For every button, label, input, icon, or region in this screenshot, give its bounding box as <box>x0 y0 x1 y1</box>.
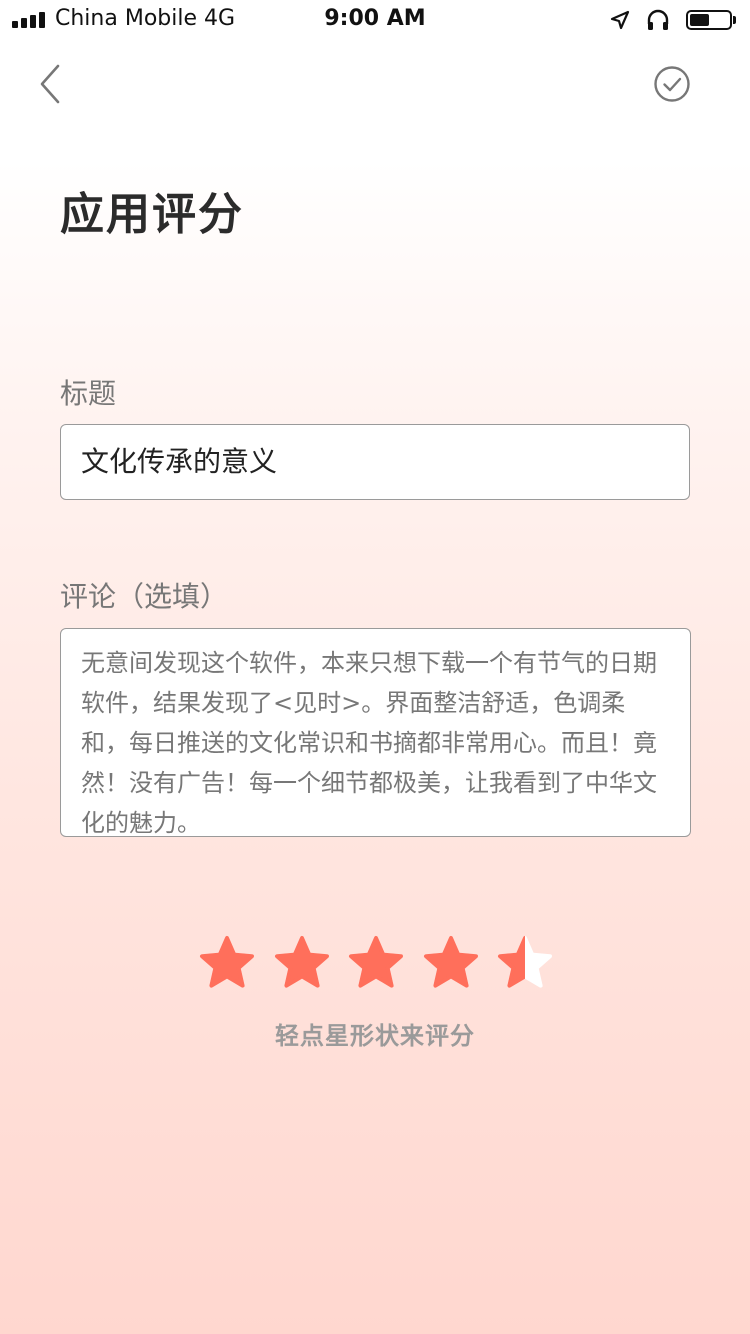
star-2-icon[interactable] <box>273 934 331 992</box>
star-rating[interactable] <box>198 934 554 994</box>
battery-icon <box>686 10 732 30</box>
comment-label: 评论（选填） <box>60 580 229 613</box>
page-title: 应用评分 <box>60 189 244 240</box>
comment-textarea[interactable]: 无意间发现这个软件，本来只想下载一个有节气的日期软件，结果发现了<见时>。界面整… <box>60 628 691 837</box>
battery-tip <box>733 16 736 24</box>
back-button[interactable] <box>30 60 70 108</box>
chevron-left-icon <box>40 64 60 104</box>
star-3-icon[interactable] <box>347 934 405 992</box>
confirm-button[interactable] <box>652 64 692 104</box>
headphones-icon <box>647 9 669 30</box>
title-label: 标题 <box>60 377 117 410</box>
star-1-icon[interactable] <box>198 934 256 992</box>
status-icons <box>610 6 736 34</box>
location-arrow-icon <box>610 10 630 30</box>
star-5-icon[interactable] <box>496 934 554 992</box>
status-bar: China Mobile 4G 9:00 AM <box>0 0 750 40</box>
title-input[interactable]: 文化传承的意义 <box>60 424 690 500</box>
check-circle-icon <box>654 66 690 102</box>
star-4-icon[interactable] <box>422 934 480 992</box>
rating-hint: 轻点星形状来评分 <box>275 1022 475 1050</box>
